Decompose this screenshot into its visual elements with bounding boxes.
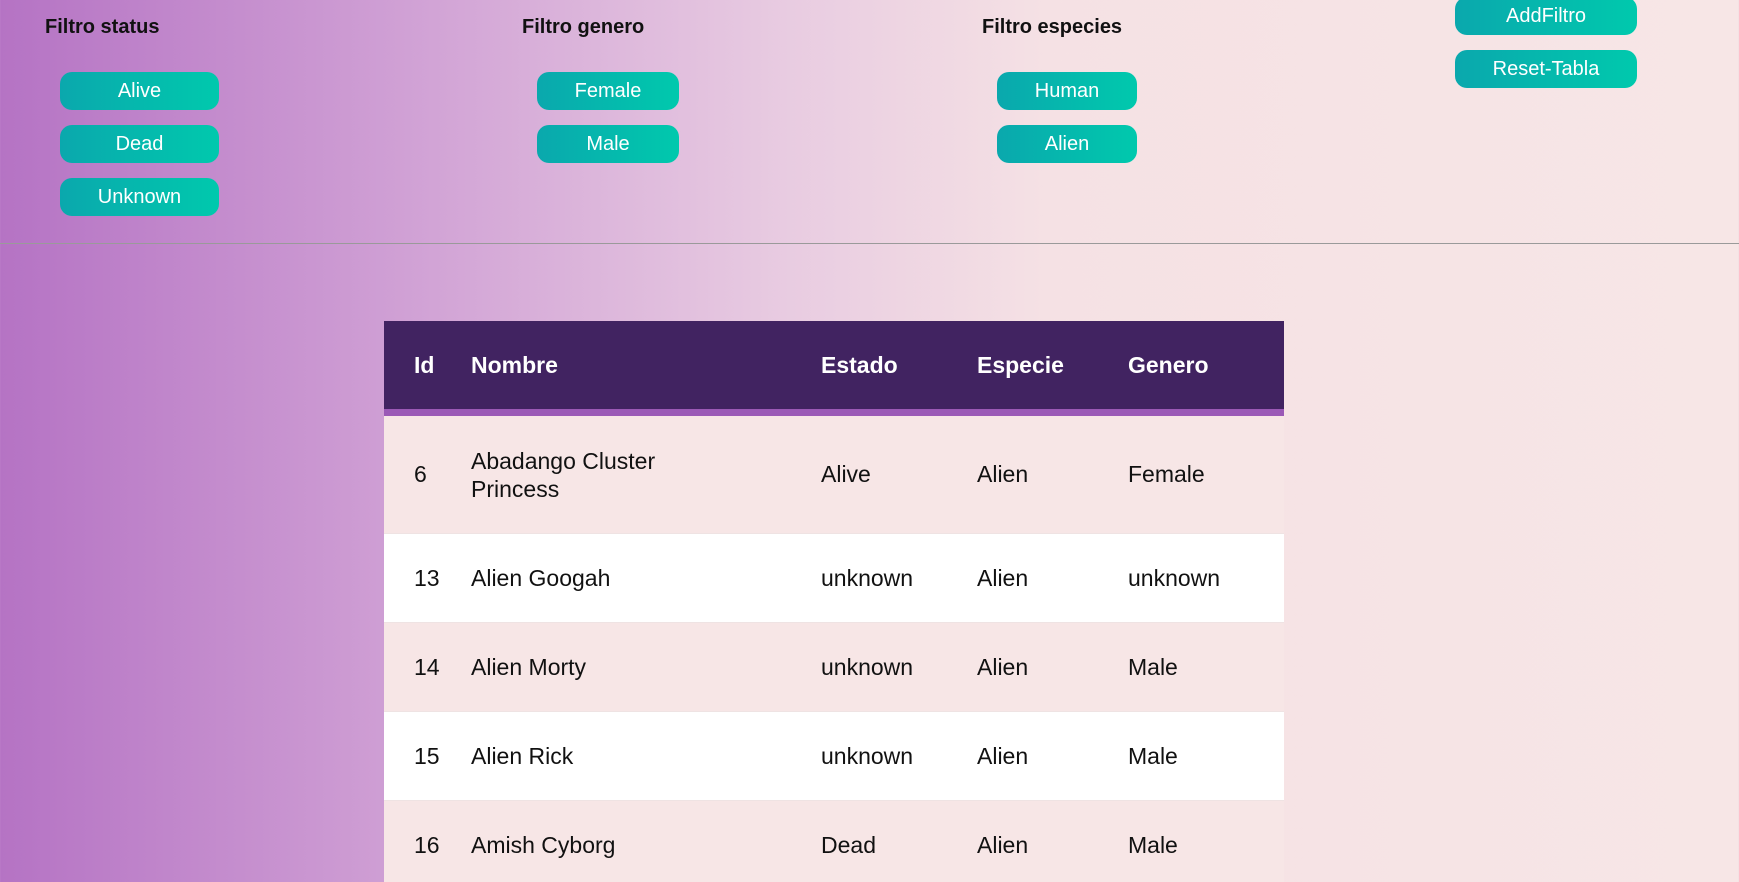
column-header-id: Id: [384, 321, 471, 416]
especies-human-button[interactable]: Human: [997, 72, 1137, 110]
cell-nombre: Alien Googah: [471, 533, 821, 623]
column-header-especie: Especie: [977, 321, 1128, 416]
status-filter-title: Filtro status: [45, 16, 160, 38]
column-header-estado: Estado: [821, 321, 977, 416]
table-row: 15 Alien Rick unknown Alien Male: [384, 711, 1284, 801]
genero-female-button[interactable]: Female: [537, 72, 679, 110]
table-header-row: Id Nombre Estado Especie Genero: [384, 321, 1284, 416]
table-row: 16 Amish Cyborg Dead Alien Male: [384, 800, 1284, 882]
cell-nombre: Abadango Cluster Princess: [471, 413, 821, 534]
especies-alien-button[interactable]: Alien: [997, 125, 1137, 163]
cell-nombre: Alien Rick: [471, 711, 821, 801]
cell-nombre: Amish Cyborg: [471, 800, 821, 882]
cell-estado: Dead: [821, 800, 977, 882]
cell-especie: Alien: [977, 800, 1128, 882]
cell-id: 14: [384, 622, 471, 712]
table-row: 13 Alien Googah unknown Alien unknown: [384, 533, 1284, 623]
cell-genero: Male: [1128, 800, 1284, 882]
table-header: Id Nombre Estado Especie Genero: [384, 321, 1284, 416]
status-dead-button[interactable]: Dead: [60, 125, 219, 163]
cell-especie: Alien: [977, 622, 1128, 712]
cell-especie: Alien: [977, 533, 1128, 623]
filters-bar: Filtro status Alive Dead Unknown Filtro …: [0, 0, 1739, 244]
characters-table-container: Id Nombre Estado Especie Genero 6 Abadan…: [384, 321, 1284, 882]
add-filtro-button[interactable]: AddFiltro: [1455, 0, 1637, 35]
status-unknown-button[interactable]: Unknown: [60, 178, 219, 216]
cell-id: 13: [384, 533, 471, 623]
cell-genero: Male: [1128, 711, 1284, 801]
genero-male-button[interactable]: Male: [537, 125, 679, 163]
table-row: 6 Abadango Cluster Princess Alive Alien …: [384, 412, 1284, 534]
cell-genero: unknown: [1128, 533, 1284, 623]
especies-filter-title: Filtro especies: [982, 16, 1123, 38]
cell-nombre-text: Abadango Cluster Princess: [471, 447, 656, 502]
cell-id: 16: [384, 800, 471, 882]
cell-especie: Alien: [977, 461, 1029, 487]
table-row: 14 Alien Morty unknown Alien Male: [384, 622, 1284, 712]
cell-estado: unknown: [821, 622, 977, 712]
cell-genero: Male: [1128, 622, 1284, 712]
characters-table: Id Nombre Estado Especie Genero 6 Abadan…: [384, 321, 1284, 882]
cell-id: 6: [414, 461, 427, 487]
column-header-nombre: Nombre: [471, 321, 821, 416]
cell-id: 15: [384, 711, 471, 801]
cell-nombre: Alien Morty: [471, 622, 821, 712]
cell-estado: unknown: [821, 533, 977, 623]
cell-estado: unknown: [821, 711, 977, 801]
genero-filter-title: Filtro genero: [522, 16, 645, 38]
table-body: 6 Abadango Cluster Princess Alive Alien …: [384, 412, 1284, 882]
cell-especie: Alien: [977, 711, 1128, 801]
cell-genero: Female: [1128, 461, 1205, 487]
reset-tabla-button[interactable]: Reset-Tabla: [1455, 50, 1637, 88]
status-alive-button[interactable]: Alive: [60, 72, 219, 110]
cell-estado: Alive: [821, 461, 871, 487]
column-header-genero: Genero: [1128, 321, 1284, 416]
